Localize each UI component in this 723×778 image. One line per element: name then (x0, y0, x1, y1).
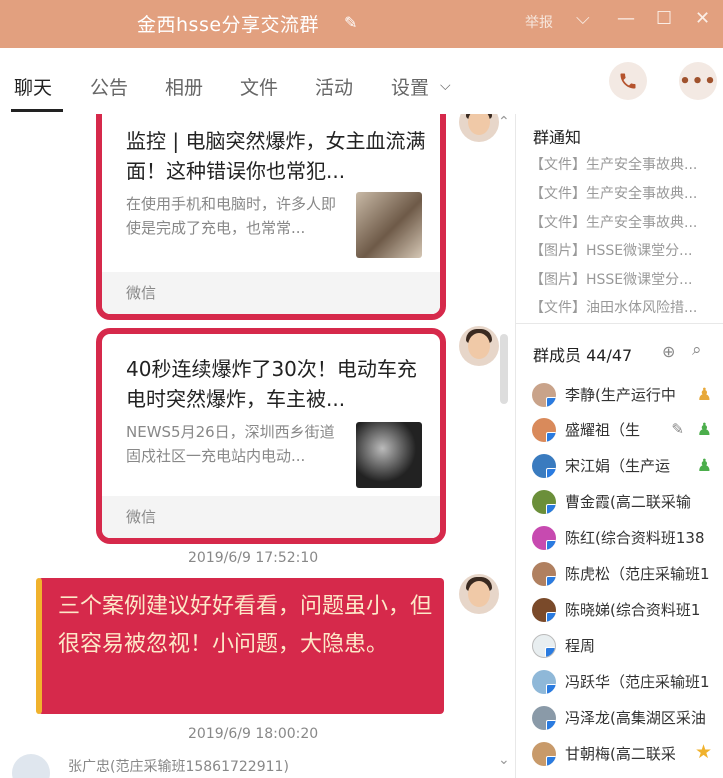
phone-icon (620, 73, 636, 89)
avatar[interactable] (459, 574, 499, 614)
card-title: 监控 | 电脑突然爆炸，女主血流满面！这种错误你也常犯... (126, 129, 426, 183)
member-name: 陈晓娣(综合资料班1 (565, 601, 701, 619)
member-row[interactable]: 陈晓娣(综合资料班1 (532, 596, 718, 626)
member-name: 冯泽龙(高集湖区采油 (565, 709, 706, 727)
avatar (532, 670, 556, 694)
member-row[interactable]: 宋江娟（生产运 ♟ (532, 452, 718, 482)
chat-area[interactable]: 监控 | 电脑突然爆炸，女主血流满面！这种错误你也常犯... 在使用手机和电脑时… (0, 114, 515, 778)
member-row[interactable]: 盛耀祖（生 ✎ ♟ (532, 416, 718, 446)
avatar[interactable] (459, 114, 499, 142)
card-source: 微信 (102, 272, 440, 314)
member-name: 陈虎松（范庄采输班1 (565, 565, 710, 583)
invite-member-icon[interactable]: ⊕ (662, 342, 675, 361)
tab-settings[interactable]: 设置 (391, 73, 429, 100)
member-name: 甘朝梅(高二联采 (565, 745, 675, 763)
members-count: 群成员 44/47 (533, 346, 633, 365)
card-thumbnail (356, 422, 422, 488)
admin-icon: ♟ (696, 385, 712, 405)
message-text: 三个案例建议好好看看，问题虽小，但很容易被忽视！小问题，大隐患。 (58, 594, 433, 657)
divider (516, 323, 723, 324)
search-icon[interactable]: ⌕ (692, 340, 702, 360)
chat-scrollbar[interactable] (500, 334, 508, 404)
text-message-bubble[interactable]: 三个案例建议好好看看，问题虽小，但很容易被忽视！小问题，大隐患。 (36, 578, 444, 714)
notice-item[interactable]: 【文件】生产安全事故典... (530, 212, 712, 232)
more-options-button[interactable]: ••• (679, 62, 717, 100)
chevron-down-icon[interactable]: ⌵ (576, 8, 590, 29)
collapse-down-icon[interactable]: ⌄ (498, 752, 510, 768)
notice-item[interactable]: 【图片】HSSE微课堂分... (530, 269, 712, 289)
member-row[interactable]: 冯泽龙(高集湖区采油 (532, 704, 718, 734)
settings-chevron-icon[interactable]: ⌵ (440, 78, 451, 94)
title-bar: 金西hsse分享交流群 ✎ 举报 ⌵ — ☐ ✕ (0, 0, 723, 48)
member-name: 李静(生产运行中 (565, 386, 675, 404)
notice-title: 群通知 (533, 128, 582, 147)
avatar (532, 742, 556, 766)
card-source: 微信 (102, 496, 440, 538)
member-row[interactable]: 冯跃华（范庄采输班1 (532, 668, 718, 698)
tab-chat[interactable]: 聊天 (14, 73, 52, 100)
card-thumbnail (356, 192, 422, 258)
member-name: 曹金霞(高二联采输 (565, 493, 691, 511)
accent-bar (36, 578, 42, 714)
avatar (532, 562, 556, 586)
avatar[interactable] (459, 326, 499, 366)
window-title: 金西hsse分享交流群 (137, 14, 320, 36)
avatar[interactable] (12, 754, 50, 778)
more-icon: ••• (679, 70, 717, 92)
shared-link-card[interactable]: 40秒连续爆炸了30次！电动车充电时突然爆炸，车主被... NEWS5月26日，… (96, 328, 446, 544)
tab-announcement[interactable]: 公告 (90, 73, 128, 100)
avatar (532, 490, 556, 514)
member-row[interactable]: 程周 (532, 632, 718, 662)
edit-icon[interactable]: ✎ (671, 420, 684, 438)
member-name: 程周 (565, 637, 596, 655)
message-timestamp: 2019/6/9 18:00:20 (188, 726, 319, 742)
notice-item[interactable]: 【文件】油田水体风险措... (530, 297, 712, 317)
member-row[interactable]: 曹金霞(高二联采输 (532, 488, 718, 518)
maximize-icon[interactable]: ☐ (656, 8, 672, 29)
avatar (532, 383, 556, 407)
report-button[interactable]: 举报 (525, 12, 553, 32)
phone-call-button[interactable] (609, 62, 647, 100)
avatar (532, 526, 556, 550)
close-icon[interactable]: ✕ (695, 8, 710, 29)
admin-icon: ♟ (696, 456, 712, 476)
tab-files[interactable]: 文件 (240, 73, 278, 100)
minimize-icon[interactable]: — (617, 8, 635, 29)
card-title: 40秒连续爆炸了30次！电动车充电时突然爆炸，车主被... (126, 357, 417, 411)
avatar (532, 634, 556, 658)
notice-item[interactable]: 【图片】HSSE微课堂分... (530, 240, 712, 260)
member-row[interactable]: 陈红(综合资料班138 (532, 524, 718, 554)
tab-activity[interactable]: 活动 (315, 73, 353, 100)
member-name: 冯跃华（范庄采输班1 (565, 673, 710, 691)
admin-icon: ♟ (696, 420, 712, 440)
notice-item[interactable]: 【文件】生产安全事故典... (530, 183, 712, 203)
avatar (532, 454, 556, 478)
notice-item[interactable]: 【文件】生产安全事故典... (530, 154, 712, 174)
active-tab-indicator (11, 109, 63, 112)
owner-star-icon: ★ (694, 741, 712, 763)
member-row[interactable]: 陈虎松（范庄采输班1 (532, 560, 718, 590)
tab-album[interactable]: 相册 (165, 73, 203, 100)
member-row[interactable]: 甘朝梅(高二联采 ★ (532, 740, 718, 770)
member-name: 陈红(综合资料班138 (565, 529, 705, 547)
message-timestamp: 2019/6/9 17:52:10 (188, 550, 319, 566)
card-description: 在使用手机和电脑时，许多人即使是完成了充电，也常常... (126, 195, 337, 237)
avatar (532, 418, 556, 442)
tab-bar: 聊天 公告 相册 文件 活动 设置 ⌵ ••• (0, 48, 723, 114)
group-sidebar: 群通知 【文件】生产安全事故典... 【文件】生产安全事故典... 【文件】生产… (515, 114, 723, 778)
member-name: 宋江娟（生产运 (565, 457, 671, 475)
collapse-up-icon[interactable]: ⌃ (498, 114, 510, 130)
shared-link-card[interactable]: 监控 | 电脑突然爆炸，女主血流满面！这种错误你也常犯... 在使用手机和电脑时… (96, 114, 446, 320)
member-name: 盛耀祖（生 (565, 421, 641, 439)
avatar (532, 706, 556, 730)
card-description: NEWS5月26日，深圳西乡街道固戍社区一充电站内电动... (126, 423, 335, 465)
sender-name: 张广忠(范庄采输班15861722911) (68, 759, 289, 775)
member-row[interactable]: 李静(生产运行中 ♟ (532, 381, 718, 411)
edit-title-icon[interactable]: ✎ (344, 13, 357, 32)
avatar (532, 598, 556, 622)
